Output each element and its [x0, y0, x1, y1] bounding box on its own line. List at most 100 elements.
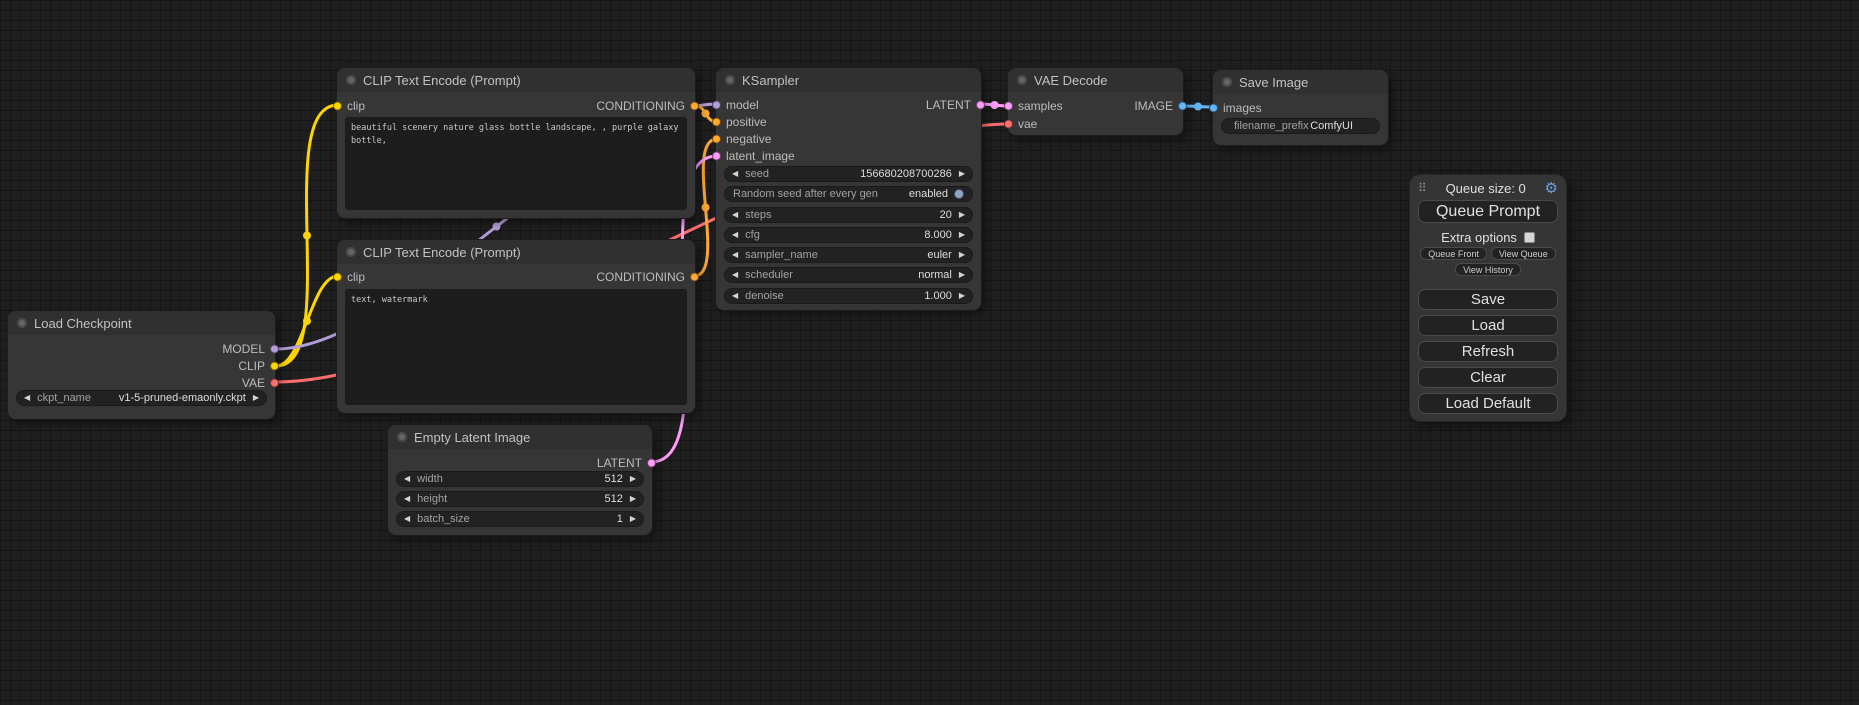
widget-cfg[interactable]: ◀ cfg 8.000 ▶ — [724, 227, 973, 243]
node-load-checkpoint-titlebar[interactable]: Load Checkpoint — [8, 311, 275, 335]
node-vae-decode[interactable]: VAE Decode samples IMAGE vae — [1008, 68, 1183, 135]
input-port-positive[interactable] — [712, 117, 721, 126]
widget-batch-size[interactable]: ◀ batch_size 1 ▶ — [396, 511, 644, 527]
node-save-image[interactable]: Save Image images filename_prefix ComfyU… — [1213, 70, 1388, 145]
output-port-latent[interactable] — [647, 458, 656, 467]
decrement-arrow-icon[interactable]: ◀ — [725, 231, 745, 239]
slot-row: positive — [726, 113, 971, 130]
node-clip-text-encode-negative[interactable]: CLIP Text Encode (Prompt) clip CONDITION… — [337, 240, 695, 413]
collapse-dot-icon[interactable] — [346, 75, 356, 85]
decrement-arrow-icon[interactable]: ◀ — [725, 251, 745, 259]
settings-gear-icon[interactable]: ⚙ — [1545, 181, 1558, 196]
queue-prompt-button[interactable]: Queue Prompt — [1418, 200, 1558, 223]
node-vae-decode-titlebar[interactable]: VAE Decode — [1008, 68, 1183, 92]
drag-handle-icon[interactable]: ⠿ — [1418, 181, 1427, 195]
widget-height[interactable]: ◀ height 512 ▶ — [396, 491, 644, 507]
collapse-dot-icon[interactable] — [725, 75, 735, 85]
input-port-samples[interactable] — [1004, 101, 1013, 110]
input-port-clip[interactable] — [333, 101, 342, 110]
output-port-conditioning[interactable] — [690, 272, 699, 281]
node-clip-encode-positive-titlebar[interactable]: CLIP Text Encode (Prompt) — [337, 68, 695, 92]
view-history-button[interactable]: View History — [1455, 263, 1521, 276]
widget-value: normal — [918, 269, 952, 281]
input-port-images[interactable] — [1209, 103, 1218, 112]
load-default-button[interactable]: Load Default — [1418, 393, 1558, 414]
widget-denoise[interactable]: ◀ denoise 1.000 ▶ — [724, 288, 973, 304]
negative-prompt-textarea[interactable]: text, watermark — [345, 289, 687, 405]
increment-arrow-icon[interactable]: ▶ — [623, 515, 643, 523]
collapse-dot-icon[interactable] — [17, 318, 27, 328]
increment-arrow-icon[interactable]: ▶ — [952, 251, 972, 259]
positive-prompt-textarea[interactable]: beautiful scenery nature glass bottle la… — [345, 117, 687, 210]
increment-arrow-icon[interactable]: ▶ — [952, 231, 972, 239]
output-port-latent[interactable] — [976, 100, 985, 109]
node-ksampler[interactable]: KSampler model LATENT positive negative … — [716, 68, 981, 310]
increment-arrow-icon[interactable]: ▶ — [623, 475, 643, 483]
collapse-dot-icon[interactable] — [1017, 75, 1027, 85]
view-queue-button[interactable]: View Queue — [1491, 247, 1556, 260]
decrement-arrow-icon[interactable]: ◀ — [397, 515, 417, 523]
collapse-dot-icon[interactable] — [397, 432, 407, 442]
collapse-dot-icon[interactable] — [346, 247, 356, 257]
increment-arrow-icon[interactable]: ▶ — [952, 170, 972, 178]
clear-button[interactable]: Clear — [1418, 367, 1558, 388]
load-button[interactable]: Load — [1418, 315, 1558, 336]
node-empty-latent-titlebar[interactable]: Empty Latent Image — [388, 425, 652, 449]
widget-seed[interactable]: ◀ seed 156680208700286 ▶ — [724, 166, 973, 182]
input-port-vae[interactable] — [1004, 119, 1013, 128]
node-ksampler-titlebar[interactable]: KSampler — [716, 68, 981, 92]
decrement-arrow-icon[interactable]: ◀ — [725, 211, 745, 219]
output-port-vae[interactable] — [270, 378, 279, 387]
increment-arrow-icon[interactable]: ▶ — [952, 211, 972, 219]
output-port-conditioning[interactable] — [690, 101, 699, 110]
widget-value: v1-5-pruned-emaonly.ckpt — [119, 392, 246, 404]
increment-arrow-icon[interactable]: ▶ — [952, 271, 972, 279]
widget-scheduler[interactable]: ◀ scheduler normal ▶ — [724, 267, 973, 283]
view-history-row: View History — [1410, 263, 1566, 276]
output-label-conditioning: CONDITIONING — [596, 99, 685, 113]
widget-label: Random seed after every gen — [733, 188, 878, 200]
node-clip-text-encode-positive[interactable]: CLIP Text Encode (Prompt) clip CONDITION… — [337, 68, 695, 218]
input-port-model[interactable] — [712, 100, 721, 109]
input-label-negative: negative — [726, 132, 771, 146]
decrement-arrow-icon[interactable]: ◀ — [397, 475, 417, 483]
node-load-checkpoint[interactable]: Load Checkpoint MODEL CLIP VAE ◀ ckpt_na… — [8, 311, 275, 419]
node-clip-encode-negative-titlebar[interactable]: CLIP Text Encode (Prompt) — [337, 240, 695, 264]
output-label-model: MODEL — [222, 342, 265, 356]
collapse-dot-icon[interactable] — [1222, 77, 1232, 87]
decrement-arrow-icon[interactable]: ◀ — [725, 170, 745, 178]
widget-random-seed-toggle[interactable]: Random seed after every gen enabled — [724, 186, 973, 202]
widget-steps[interactable]: ◀ steps 20 ▶ — [724, 207, 973, 223]
output-port-clip[interactable] — [270, 361, 279, 370]
menu-header: ⠿ Queue size: 0 ⚙ — [1418, 180, 1558, 196]
extra-options-checkbox[interactable] — [1524, 232, 1535, 243]
input-port-latent-image[interactable] — [712, 151, 721, 160]
save-button[interactable]: Save — [1418, 289, 1558, 310]
input-label-clip: clip — [347, 270, 365, 284]
extra-options-row: Extra options — [1410, 230, 1566, 245]
toggle-enabled-dot[interactable] — [954, 189, 964, 199]
input-port-negative[interactable] — [712, 134, 721, 143]
node-graph-canvas[interactable]: Load Checkpoint MODEL CLIP VAE ◀ ckpt_na… — [0, 0, 1859, 705]
queue-front-button[interactable]: Queue Front — [1420, 247, 1487, 260]
output-port-image[interactable] — [1178, 101, 1187, 110]
node-save-image-titlebar[interactable]: Save Image — [1213, 70, 1388, 94]
input-label-model: model — [726, 98, 759, 112]
widget-ckpt-name[interactable]: ◀ ckpt_name v1-5-pruned-emaonly.ckpt ▶ — [16, 390, 267, 406]
decrement-arrow-icon[interactable]: ◀ — [397, 495, 417, 503]
increment-arrow-icon[interactable]: ▶ — [623, 495, 643, 503]
widget-filename-prefix[interactable]: filename_prefix ComfyUI — [1221, 118, 1380, 134]
output-port-model[interactable] — [270, 344, 279, 353]
slot-row: VAE — [18, 374, 265, 391]
node-empty-latent-image[interactable]: Empty Latent Image LATENT ◀ width 512 ▶ … — [388, 425, 652, 535]
widget-value: 20 — [940, 209, 952, 221]
decrement-arrow-icon[interactable]: ◀ — [725, 271, 745, 279]
input-port-clip[interactable] — [333, 272, 342, 281]
decrement-arrow-icon[interactable]: ◀ — [725, 292, 745, 300]
increment-arrow-icon[interactable]: ▶ — [952, 292, 972, 300]
widget-sampler-name[interactable]: ◀ sampler_name euler ▶ — [724, 247, 973, 263]
decrement-arrow-icon[interactable]: ◀ — [17, 394, 37, 402]
widget-width[interactable]: ◀ width 512 ▶ — [396, 471, 644, 487]
increment-arrow-icon[interactable]: ▶ — [246, 394, 266, 402]
refresh-button[interactable]: Refresh — [1418, 341, 1558, 362]
